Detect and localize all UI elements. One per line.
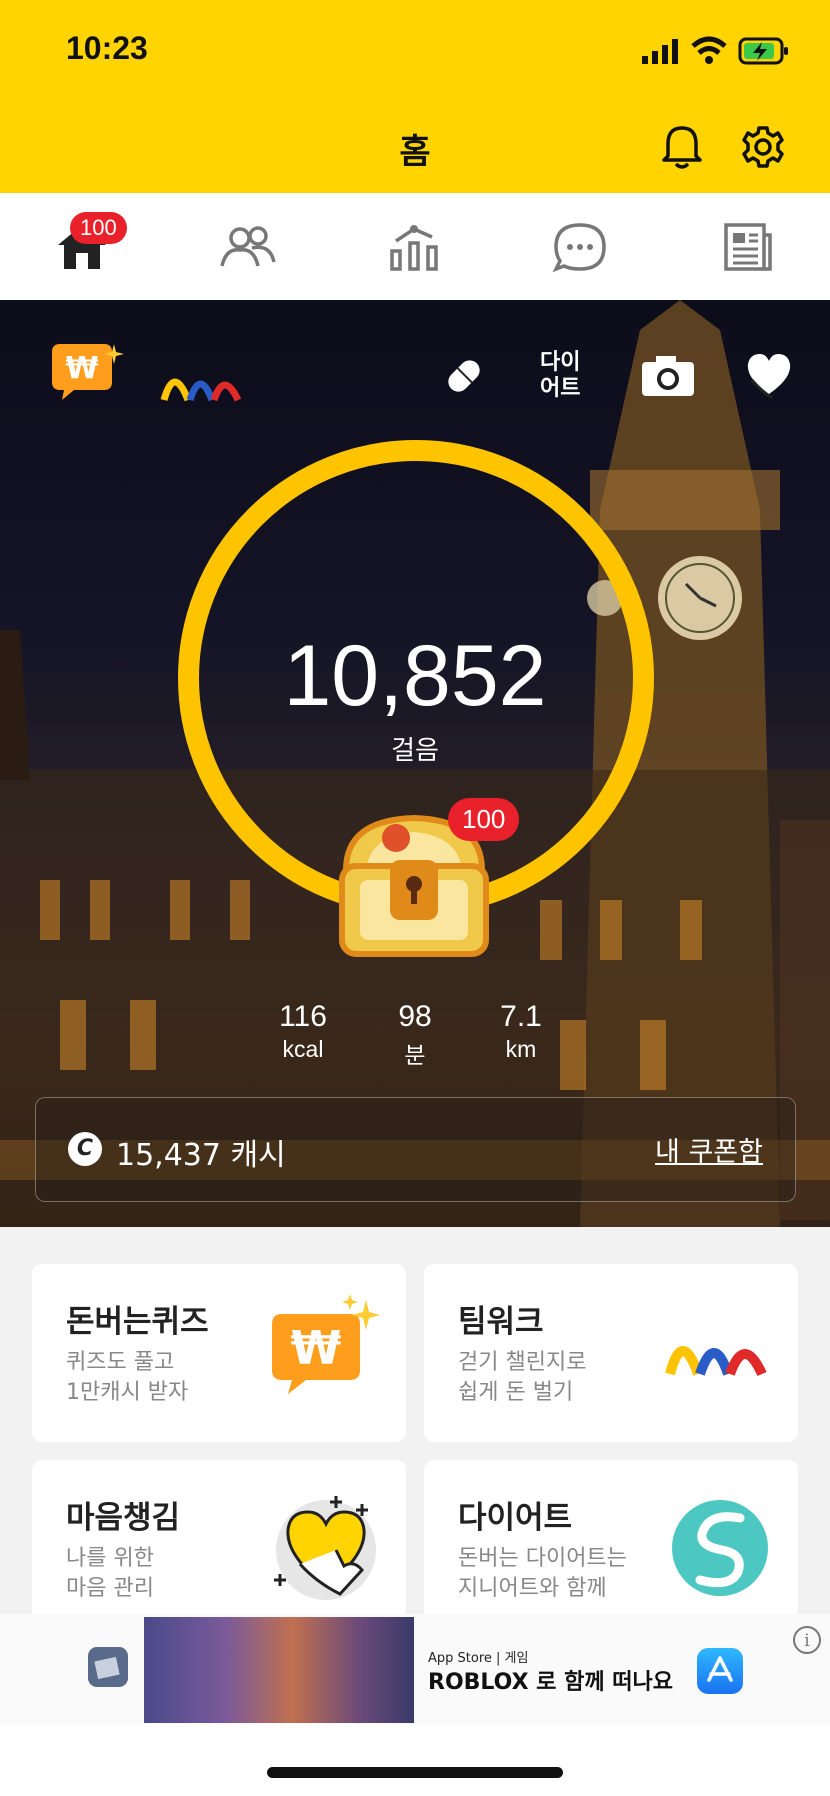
ad-info-icon[interactable]: i — [793, 1626, 821, 1654]
card-diet-subtitle: 돈버는 다이어트는 지니어트와 함께 — [458, 1544, 658, 1604]
stat-calories: 116 kcal — [258, 1000, 348, 1063]
tab-stats[interactable] — [374, 209, 454, 285]
card-mindfulness-title: 마음챙김 — [66, 1500, 181, 1536]
wifi-icon — [691, 36, 727, 64]
ad-game-artwork[interactable] — [144, 1617, 414, 1723]
my-coupons-link[interactable]: 내 쿠폰함 — [655, 1130, 763, 1169]
stat-minutes-unit: 분 — [404, 1042, 426, 1068]
stat-distance-unit: km — [505, 1036, 537, 1062]
card-teamwork-line2: 쉽게 돈 벌기 — [458, 1380, 574, 1405]
tab-news[interactable] — [706, 209, 786, 285]
bell-icon[interactable] — [660, 122, 704, 170]
card-quiz[interactable]: 돈버는퀴즈 퀴즈도 풀고 1만캐시 받자 ₩ — [32, 1264, 406, 1442]
diet-label-line2: 어트 — [540, 376, 581, 401]
app-store-icon[interactable] — [697, 1648, 743, 1694]
diet-label-line1: 다이 — [540, 350, 581, 375]
tab-bar — [0, 193, 830, 300]
step-count-label: 걸음 — [391, 736, 439, 766]
card-diet[interactable]: 다이어트 돈버는 다이어트는 지니어트와 함께 — [424, 1460, 798, 1638]
card-diet-line1: 돈버는 다이어트는 — [458, 1546, 627, 1571]
stat-distance: 7.1 km — [476, 1000, 566, 1063]
svg-text:₩: ₩ — [291, 1321, 342, 1375]
news-document-icon — [724, 223, 772, 271]
quiz-won-icon: ₩ — [272, 1294, 380, 1394]
chest-count-badge: 100 — [448, 798, 520, 841]
camera-icon[interactable] — [640, 354, 696, 398]
ad-headline[interactable]: ROBLOX 로 함께 떠나요 — [428, 1664, 673, 1696]
step-count: 10,852 — [283, 628, 547, 724]
card-diet-title: 다이어트 — [458, 1500, 573, 1536]
card-mindfulness-line1: 나를 위한 — [66, 1546, 154, 1571]
heart-hand-icon — [274, 1496, 376, 1600]
teamwork-logo-icon[interactable] — [160, 360, 246, 404]
card-quiz-line1: 퀴즈도 풀고 — [66, 1350, 175, 1375]
card-diet-line2: 지니어트와 함께 — [458, 1576, 607, 1601]
app-store-a-icon — [707, 1656, 733, 1682]
friends-icon — [220, 226, 276, 267]
stats-chart-icon — [390, 225, 438, 271]
cash-coin-icon: C — [68, 1132, 102, 1166]
home-indicator[interactable] — [267, 1767, 563, 1778]
stat-calories-value: 116 — [279, 1000, 327, 1033]
stat-minutes-value: 98 — [398, 1000, 432, 1033]
card-mindfulness[interactable]: 마음챙김 나를 위한 마음 관리 — [32, 1460, 406, 1638]
cash-balance: 15,437 캐시 — [116, 1138, 286, 1173]
stat-minutes: 98 분 — [370, 1000, 460, 1070]
svg-text:₩: ₩ — [65, 351, 98, 386]
page-title: 홈 — [399, 132, 431, 172]
tab-chat[interactable] — [540, 209, 620, 285]
status-time: 10:23 — [66, 30, 148, 66]
step-hero: ₩ 다이 어트 10,852 걸음 100 116 kcal 98 분 7.1 … — [0, 300, 830, 1227]
card-teamwork[interactable]: 팀워크 걷기 챌린지로 쉽게 돈 벌기 — [424, 1264, 798, 1442]
card-teamwork-subtitle: 걷기 챌린지로 쉽게 돈 벌기 — [458, 1348, 658, 1408]
teamwork-logo-icon — [665, 1346, 767, 1377]
pill-icon[interactable] — [442, 354, 486, 398]
stat-calories-unit: kcal — [282, 1036, 324, 1062]
battery-icon — [738, 37, 788, 65]
home-notification-badge: 100 — [70, 212, 127, 244]
heart-hand-icon[interactable] — [742, 350, 796, 402]
card-mindfulness-subtitle: 나를 위한 마음 관리 — [66, 1544, 266, 1604]
dietgenie-logo-icon — [672, 1500, 768, 1596]
card-mindfulness-line2: 마음 관리 — [66, 1576, 154, 1601]
quiz-won-icon[interactable]: ₩ — [48, 340, 128, 404]
stat-distance-value: 7.1 — [500, 1000, 542, 1033]
signal-icon — [642, 39, 678, 64]
chat-bubble-icon — [552, 223, 606, 273]
card-quiz-subtitle: 퀴즈도 풀고 1만캐시 받자 — [66, 1348, 266, 1408]
bottom-area — [0, 1724, 830, 1796]
card-teamwork-title: 팀워크 — [458, 1304, 544, 1340]
card-quiz-title: 돈버는퀴즈 — [66, 1304, 209, 1340]
card-teamwork-line1: 걷기 챌린지로 — [458, 1350, 587, 1375]
card-quiz-line2: 1만캐시 받자 — [66, 1380, 189, 1405]
tab-friends[interactable] — [208, 209, 288, 285]
settings-gear-icon[interactable] — [740, 124, 786, 170]
diet-shortcut[interactable]: 다이 어트 — [540, 350, 580, 402]
cash-bar[interactable]: C 15,437 캐시 내 쿠폰함 — [35, 1097, 796, 1202]
roblox-app-icon[interactable] — [86, 1645, 130, 1689]
